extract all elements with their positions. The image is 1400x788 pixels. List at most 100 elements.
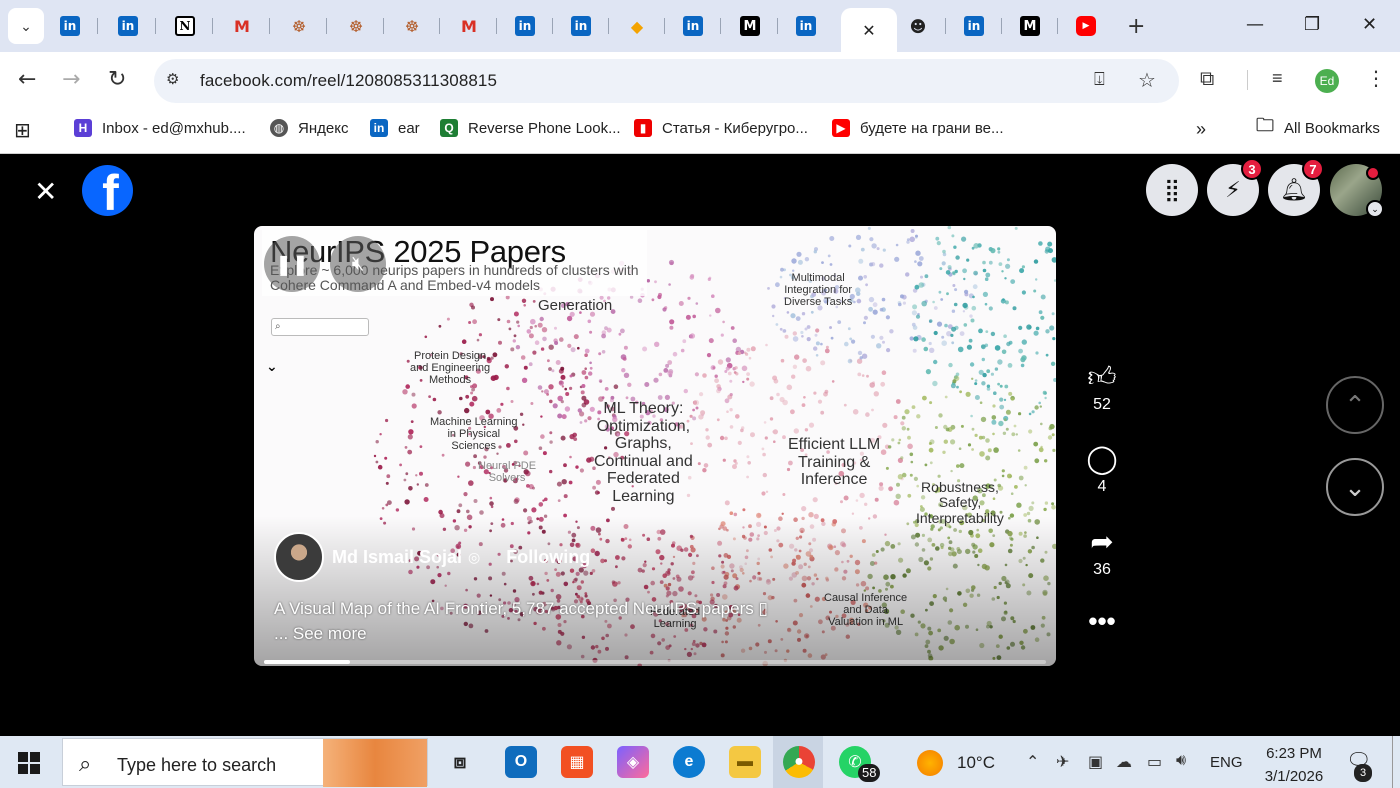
task-view-icon[interactable]: ⧈ [444,746,476,778]
map-search-input[interactable]: ⌕ [271,318,369,336]
share-action[interactable]: ➦ 36 [1076,527,1128,579]
forward-button[interactable]: → [62,68,80,92]
facebook-logo[interactable]: f [82,165,133,216]
see-more-link[interactable]: ... See more [274,621,768,646]
tab[interactable]: ▶ [1058,8,1114,44]
onedrive-icon[interactable]: ☁ [1116,752,1132,772]
all-bookmarks-folder[interactable]: 🗀 All Bookmarks [1256,115,1380,137]
reload-button[interactable]: ↻ [108,68,126,92]
outlook-icon[interactable]: O [505,746,537,778]
tab-active[interactable]: ✕ [841,8,897,52]
chrome-icon[interactable]: ● [783,746,815,778]
tab-search-button[interactable]: ⌄ [8,8,44,44]
notification-center[interactable]: 🗨︎ 3 [1346,748,1372,782]
input-language[interactable]: ENG [1210,754,1243,771]
tab[interactable]: ◆ [609,8,665,44]
tab[interactable]: M [722,8,778,44]
tab[interactable]: in [665,8,721,44]
scatter-point [471,395,478,402]
taskbar-search[interactable]: ⌕ Type here to search [62,738,428,787]
store-icon[interactable]: ▦ [561,746,593,778]
tab[interactable]: ☸ [271,8,327,44]
menu-grid-button[interactable]: ⣿ [1146,164,1198,216]
weather-widget[interactable]: 10°C [917,750,995,776]
like-action[interactable]: 👍︎ 52 [1076,362,1128,414]
chevron-down-icon[interactable]: ⌄ [1366,200,1384,218]
bookmark-item[interactable]: H Inbox - ed@mxhub.... [74,119,246,137]
browser-menu-icon[interactable]: ⋮ [1366,66,1386,90]
site-info-icon[interactable]: ⚙ [166,70,179,88]
tab[interactable]: in [100,8,156,44]
close-reel-icon[interactable]: ✕ [34,178,57,206]
more-bookmarks-icon[interactable]: » [1196,119,1206,140]
apps-grid-icon[interactable]: ⊞ [14,118,31,143]
restore-button[interactable]: ❐ [1304,14,1320,35]
edge-icon[interactable]: e [673,746,705,778]
meet-icon[interactable]: ▣ [1088,752,1103,772]
scatter-point [982,291,989,297]
tab[interactable]: in [497,8,553,44]
system-clock[interactable]: 6:23 PM 3/1/2026 [1254,742,1334,788]
more-options-icon[interactable]: ••• [1076,606,1128,637]
profile-avatar[interactable]: Ed [1315,69,1339,93]
address-bar[interactable]: ⚙ facebook.com/reel/1208085311308815 ⍗ ☆ [154,59,1179,103]
tab[interactable]: in [42,8,98,44]
author-name[interactable]: Md Ismail Sojal [332,547,462,568]
bookmark-item[interactable]: ◍ Яндекс [270,119,348,137]
messenger-button[interactable]: ⚡ 3 [1207,158,1263,216]
back-button[interactable]: ← [18,68,36,92]
tab[interactable]: M [214,8,270,44]
scatter-point [929,461,933,465]
reel-video[interactable]: NeurIPS 2025 Papers Explore ~ 6,000 neur… [254,226,1056,666]
bookmark-item[interactable]: Q Reverse Phone Look... [440,119,621,137]
new-tab-button[interactable]: + [1127,14,1145,39]
tab[interactable]: M [1002,8,1058,44]
search-highlight-art [323,739,427,787]
window-close-button[interactable]: ✕ [1362,14,1377,35]
show-desktop-button[interactable] [1392,736,1393,788]
scatter-point [669,319,675,325]
install-app-icon[interactable]: ⍗ [1094,69,1105,90]
tab[interactable]: in [946,8,1002,44]
file-explorer-icon[interactable]: ▬ [729,746,761,778]
battery-icon[interactable]: ▭ [1147,752,1162,772]
bookmark-item[interactable]: ▮ Статья - Киберугро... [634,119,808,137]
share-icon[interactable]: ➦ [1076,527,1128,557]
tab[interactable]: M [441,8,497,44]
comment-action[interactable]: ◯ 4 [1076,444,1128,496]
tab[interactable]: ☸ [328,8,384,44]
minimize-button[interactable]: — [1246,14,1264,35]
author-avatar[interactable] [274,532,324,582]
bookmark-item[interactable]: ▶ будете на грани ве... [832,119,1004,137]
comment-icon[interactable]: ◯ [1076,444,1128,474]
next-reel-button[interactable]: ⌄ [1326,458,1384,516]
thumbs-up-icon[interactable]: 👍︎ [1076,362,1128,392]
bookmark-star-icon[interactable]: ☆ [1138,68,1156,93]
scatter-point [929,439,935,445]
tab[interactable]: N [157,8,213,44]
account-avatar[interactable]: ⌄ [1330,164,1384,218]
tab[interactable]: ☻ [890,8,946,44]
video-progress-bar[interactable] [264,660,1046,664]
chevron-down-icon[interactable]: ⌄ [266,358,278,375]
pause-button[interactable]: ❚❚ [264,236,320,292]
tab[interactable]: ☸ [384,8,440,44]
mute-button[interactable]: 🔇︎ [330,236,386,292]
url-text[interactable]: facebook.com/reel/1208085311308815 [200,71,497,91]
extensions-icon[interactable]: ⧉ [1200,68,1214,91]
bookmark-item[interactable]: in ear [370,119,420,137]
taskbar-search-placeholder[interactable]: Type here to search [117,755,276,776]
scatter-point [1028,412,1032,416]
tab[interactable]: in [553,8,609,44]
previous-reel-button[interactable]: ⌃ [1326,376,1384,434]
close-icon[interactable]: ✕ [859,20,879,40]
windows-start-icon[interactable] [18,752,40,774]
volume-icon[interactable]: 🔊︎ [1176,752,1186,770]
copilot-icon[interactable]: ◈ [617,746,649,778]
following-button[interactable]: Following [506,547,590,568]
airplane-icon[interactable]: ✈ [1056,752,1069,772]
notifications-button[interactable]: 🔔︎ 7 [1268,158,1324,216]
tab[interactable]: in [778,8,834,44]
tray-overflow-icon[interactable]: ⌃ [1026,752,1039,772]
media-control-icon[interactable]: ≡ [1272,68,1283,89]
